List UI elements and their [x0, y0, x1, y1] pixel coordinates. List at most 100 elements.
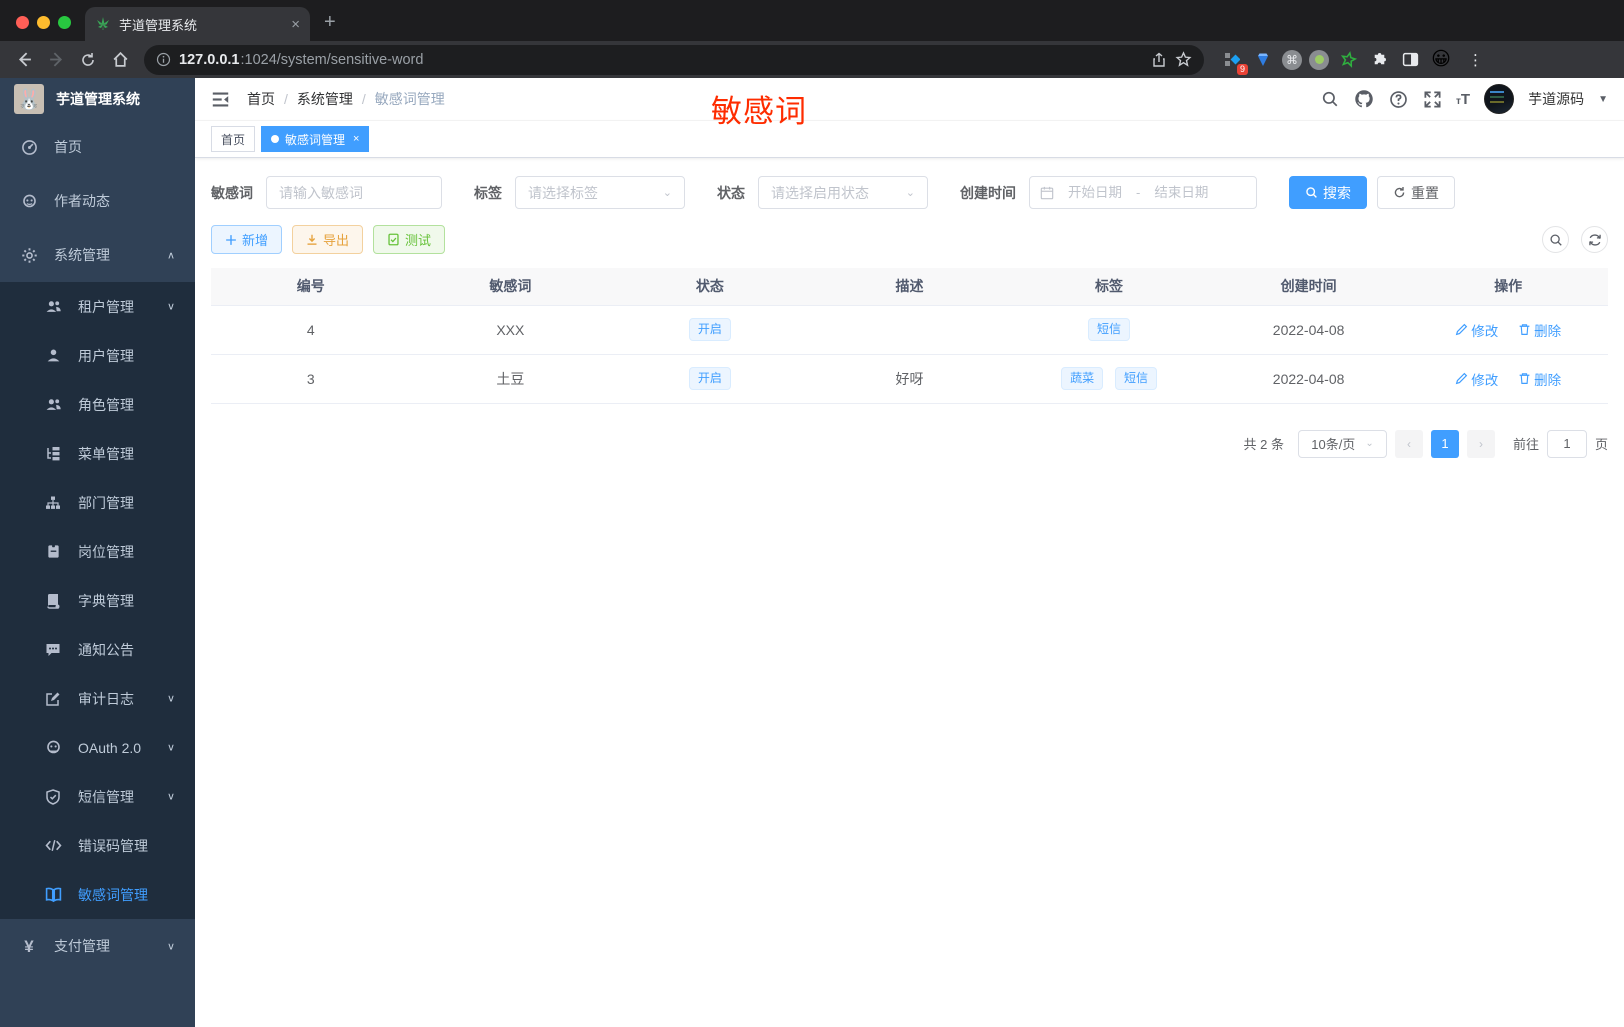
sidebar-logo[interactable]: 🐰 芋道管理系统	[0, 78, 195, 120]
col-tags: 标签	[1009, 268, 1209, 306]
sidebar-item-role[interactable]: 角色管理	[0, 380, 195, 429]
status-select[interactable]: 请选择启用状态 ⌄	[758, 176, 928, 209]
show-search-button[interactable]	[1542, 226, 1569, 253]
sidebar-item-menu[interactable]: 菜单管理	[0, 429, 195, 478]
sidebar-item-dept[interactable]: 部门管理	[0, 478, 195, 527]
github-icon[interactable]	[1354, 89, 1374, 109]
sidebar-item-sensitive-word[interactable]: 敏感词管理	[0, 870, 195, 919]
reset-button[interactable]: 重置	[1377, 176, 1455, 209]
next-page-button[interactable]: ›	[1466, 429, 1495, 458]
minimize-window-button[interactable]	[37, 16, 50, 29]
side-panel-icon[interactable]	[1398, 48, 1422, 72]
sidebar-item-post[interactable]: 岗位管理	[0, 527, 195, 576]
col-status: 状态	[610, 268, 810, 306]
sidebar-fold-icon[interactable]	[211, 89, 231, 109]
close-window-button[interactable]	[16, 16, 29, 29]
breadcrumb-home[interactable]: 首页	[247, 89, 275, 109]
pencil-icon	[1455, 372, 1468, 385]
calendar-icon	[1040, 186, 1054, 199]
tab-home[interactable]: 首页	[211, 126, 256, 152]
chevron-down-icon: ⌄	[662, 187, 672, 199]
sidebar-item-error-code[interactable]: 错误码管理	[0, 821, 195, 870]
page-1-button[interactable]: 1	[1430, 429, 1459, 458]
test-button[interactable]: 测试	[373, 225, 446, 254]
date-start-input[interactable]	[1060, 185, 1130, 200]
sidebar-item-dict[interactable]: 字典管理	[0, 576, 195, 625]
gear-icon	[20, 246, 38, 264]
sidebar-item-author-news[interactable]: 作者动态	[0, 174, 195, 228]
cell-desc	[809, 305, 1010, 355]
sidebar-item-home[interactable]: 首页	[0, 120, 195, 174]
tab-manager-extension-icon[interactable]: 9	[1220, 48, 1248, 75]
font-size-icon[interactable]: тT	[1456, 92, 1470, 107]
breadcrumb-current: 敏感词管理	[374, 91, 445, 107]
pagination-jumper: 前往 页	[1513, 429, 1608, 458]
puzzle-extensions-icon[interactable]	[1367, 48, 1391, 72]
roles-icon	[44, 396, 62, 414]
reload-button[interactable]	[74, 46, 102, 74]
profile-avatar-icon[interactable]: 😀	[1429, 48, 1453, 72]
org-tree-icon	[44, 494, 62, 512]
user-avatar[interactable]	[1484, 84, 1515, 114]
chevron-up-icon: ∧	[166, 250, 175, 261]
sidebar-item-sms[interactable]: 短信管理 ∨	[0, 772, 195, 821]
extension-badge: 9	[1236, 63, 1248, 75]
back-button[interactable]	[10, 46, 38, 74]
search-icon[interactable]	[1320, 89, 1340, 109]
star-extension-icon[interactable]	[1336, 48, 1360, 72]
sidebar-item-audit-log[interactable]: 审计日志 ∨	[0, 674, 195, 723]
page-size-select[interactable]: 10条/页 ⌄	[1297, 429, 1387, 458]
refresh-table-button[interactable]	[1581, 226, 1608, 253]
help-icon[interactable]	[1388, 89, 1408, 109]
word-input[interactable]	[279, 184, 429, 201]
user-menu-caret-icon[interactable]: ▼	[1598, 94, 1608, 105]
breadcrumb-system[interactable]: 系统管理	[297, 89, 353, 109]
tab-close-icon[interactable]: ×	[353, 133, 359, 145]
cell-word: 土豆	[410, 354, 611, 404]
prev-page-button[interactable]: ‹	[1394, 429, 1423, 458]
command-extension-icon[interactable]: ⌘	[1282, 49, 1302, 70]
sidebar-item-system[interactable]: 系统管理 ∧	[0, 228, 195, 282]
edit-link[interactable]: 修改	[1455, 320, 1498, 340]
sidebar-item-pay[interactable]: ¥ 支付管理 ∨	[0, 919, 195, 973]
recorder-extension-icon[interactable]	[1309, 49, 1329, 70]
favicon-icon	[97, 17, 109, 30]
word-input-wrap	[266, 176, 442, 209]
plus-icon	[226, 234, 236, 245]
delete-link[interactable]: 删除	[1518, 369, 1561, 389]
delete-link[interactable]: 删除	[1518, 320, 1561, 340]
col-ops: 操作	[1408, 268, 1608, 306]
sidebar-item-notice[interactable]: 通知公告	[0, 625, 195, 674]
page-jump-input[interactable]	[1546, 429, 1587, 458]
gem-extension-icon[interactable]	[1251, 48, 1275, 72]
site-info-icon[interactable]	[156, 52, 171, 67]
tab-close-icon[interactable]: ×	[291, 16, 300, 33]
share-icon[interactable]	[1151, 52, 1167, 68]
date-range-picker[interactable]: -	[1029, 176, 1257, 209]
download-icon	[307, 234, 317, 245]
search-button[interactable]: 搜索	[1289, 176, 1367, 209]
fullscreen-icon[interactable]	[1422, 89, 1442, 109]
tag-select[interactable]: 请选择标签 ⌄	[515, 176, 685, 209]
sidebar-item-user[interactable]: 用户管理	[0, 331, 195, 380]
col-desc: 描述	[809, 268, 1010, 306]
browser-chrome: 芋道管理系统 × + 127.0.0.1:1024/system/sensiti…	[0, 0, 1624, 78]
export-button[interactable]: 导出	[292, 225, 364, 254]
add-button[interactable]: 新增	[211, 225, 283, 254]
home-button[interactable]	[106, 46, 134, 74]
sidebar-item-oauth[interactable]: OAuth 2.0 ∨	[0, 723, 195, 772]
bookmark-star-icon[interactable]	[1175, 51, 1192, 68]
sidebar-item-tenant[interactable]: 租户管理 ∨	[0, 282, 195, 331]
new-tab-button[interactable]: +	[310, 11, 350, 34]
browser-tab[interactable]: 芋道管理系统 ×	[85, 7, 310, 41]
cell-created: 2022-04-08	[1208, 354, 1409, 404]
zoom-window-button[interactable]	[58, 16, 71, 29]
user-name[interactable]: 芋道源码	[1528, 89, 1584, 109]
browser-menu-icon[interactable]: ⋮	[1460, 51, 1487, 69]
pagination-total: 共 2 条	[1243, 437, 1284, 452]
date-end-input[interactable]	[1146, 185, 1217, 200]
forward-button[interactable]	[42, 46, 70, 74]
address-bar[interactable]: 127.0.0.1:1024/system/sensitive-word	[144, 44, 1204, 75]
tab-sensitive-word[interactable]: 敏感词管理 ×	[261, 126, 370, 152]
edit-link[interactable]: 修改	[1455, 369, 1498, 389]
